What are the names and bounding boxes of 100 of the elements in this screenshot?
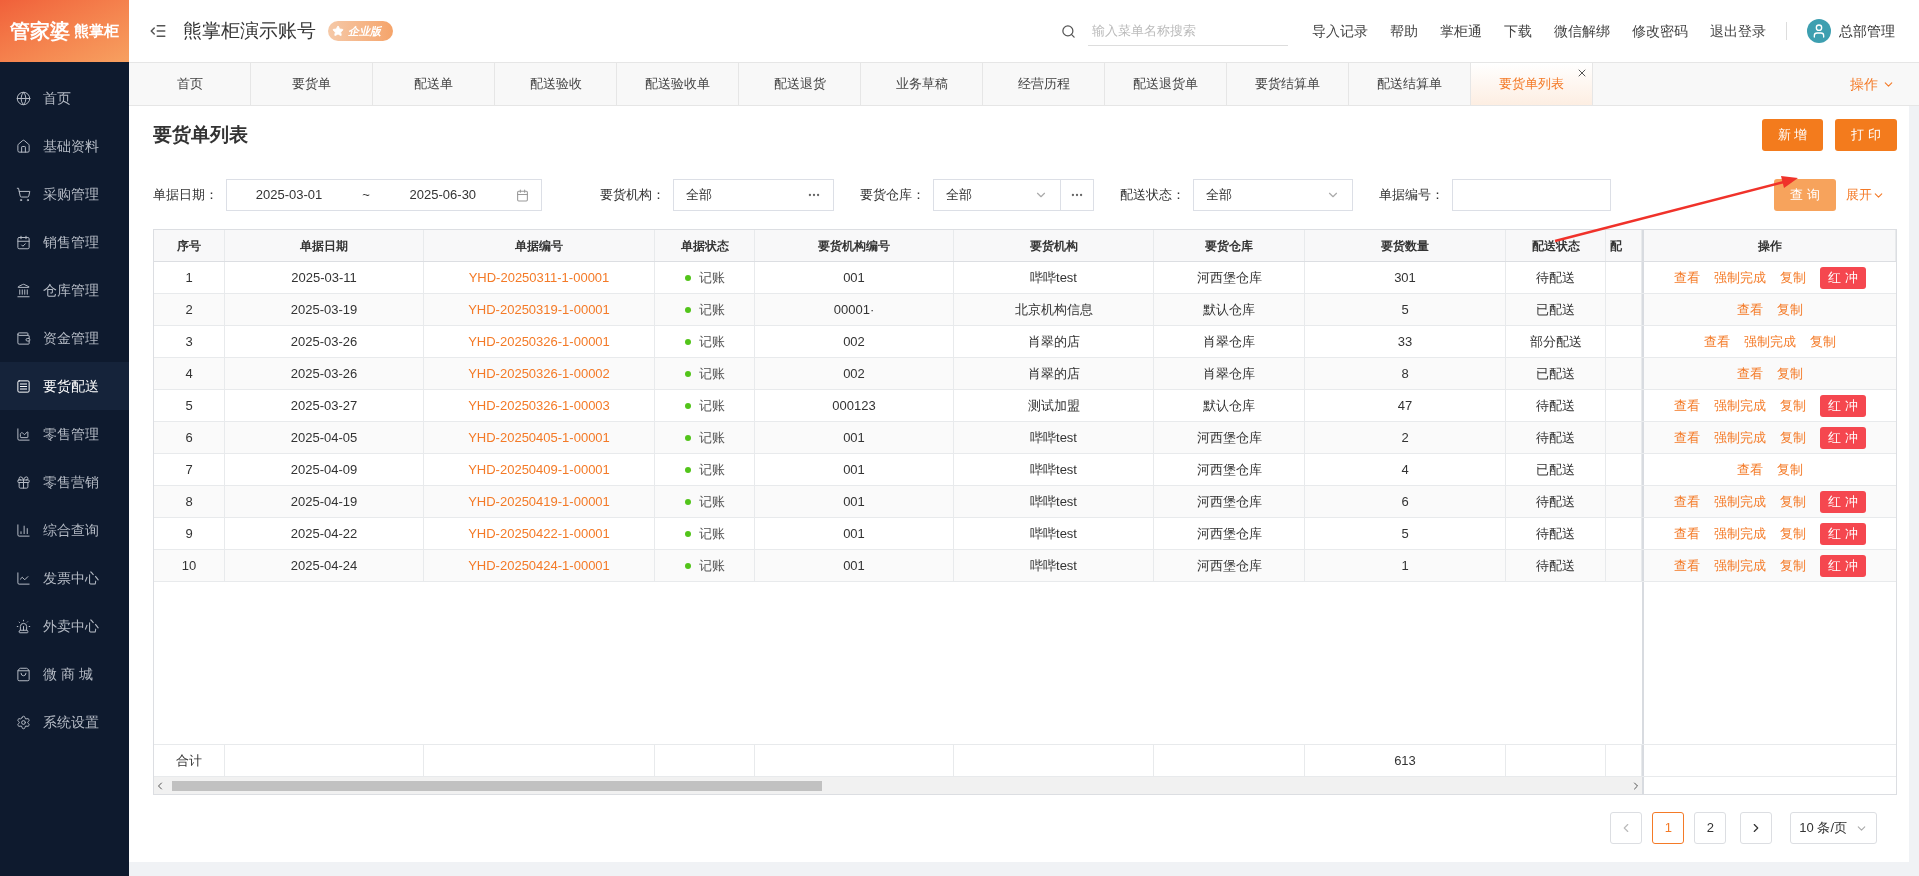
tab[interactable]: 配送退货单 <box>1105 63 1227 105</box>
sidebar-item[interactable]: 要货配送 <box>0 362 129 410</box>
danger-button[interactable]: 红 冲 <box>1820 522 1866 545</box>
document-link[interactable]: YHD-20250326-1-00003 <box>468 395 610 416</box>
header-link[interactable]: 帮助 <box>1390 20 1418 42</box>
select-field[interactable]: 全部 <box>1193 179 1353 211</box>
picker-field[interactable]: 全部 <box>673 179 834 211</box>
danger-button[interactable]: 红 冲 <box>1820 490 1866 513</box>
gift-icon <box>16 474 31 490</box>
sidebar-item[interactable]: 零售管理 <box>0 410 129 458</box>
action-link[interactable]: 复制 <box>1780 267 1807 288</box>
document-link[interactable]: YHD-20250424-1-00001 <box>468 555 610 576</box>
sidebar-item[interactable]: 资金管理 <box>0 314 129 362</box>
action-link[interactable]: 复制 <box>1777 363 1803 384</box>
action-link[interactable]: 查看 <box>1674 395 1701 416</box>
tab[interactable]: 要货单列表 <box>1471 63 1593 105</box>
action-link[interactable]: 复制 <box>1780 395 1807 416</box>
action-link[interactable]: 复制 <box>1777 299 1803 320</box>
menu-icon[interactable] <box>149 22 167 40</box>
action-link[interactable]: 强制完成 <box>1714 491 1767 512</box>
document-link[interactable]: YHD-20250422-1-00001 <box>468 523 610 544</box>
action-link[interactable]: 强制完成 <box>1714 427 1767 448</box>
tab[interactable]: 经营历程 <box>983 63 1105 105</box>
action-link[interactable]: 查看 <box>1737 363 1763 384</box>
document-link[interactable]: YHD-20250319-1-00001 <box>468 299 610 320</box>
sidebar-item[interactable]: 首页 <box>0 74 129 122</box>
action-link[interactable]: 查看 <box>1674 427 1701 448</box>
document-link[interactable]: YHD-20250326-1-00001 <box>468 331 610 352</box>
action-link[interactable]: 查看 <box>1674 523 1701 544</box>
sidebar-item[interactable]: 零售营销 <box>0 458 129 506</box>
document-link[interactable]: YHD-20250419-1-00001 <box>468 491 610 512</box>
previous-page-button[interactable] <box>1610 812 1643 844</box>
sidebar-item[interactable]: 销售管理 <box>0 218 129 266</box>
search-field[interactable]: 输入菜单名称搜索 <box>1088 16 1288 46</box>
action-link[interactable]: 强制完成 <box>1714 523 1767 544</box>
tab[interactable]: 业务草稿 <box>861 63 983 105</box>
tab[interactable]: 配送验收 <box>495 63 617 105</box>
select-field[interactable]: 全部 <box>933 179 1061 211</box>
danger-button[interactable]: 红 冲 <box>1820 554 1866 577</box>
input-field[interactable] <box>1452 179 1611 211</box>
action-button[interactable]: 打 印 <box>1835 119 1897 151</box>
action-link[interactable]: 查看 <box>1674 555 1701 576</box>
sidebar-item[interactable]: 微 商 城 <box>0 650 129 698</box>
tab[interactable]: 要货单 <box>251 63 373 105</box>
action-link[interactable]: 强制完成 <box>1714 395 1767 416</box>
document-link[interactable]: YHD-20250405-1-00001 <box>468 427 610 448</box>
page-button[interactable]: 1 <box>1652 812 1685 844</box>
expand-link[interactable]: 展开 <box>1846 185 1885 205</box>
query-button[interactable]: 查 询 <box>1774 179 1836 211</box>
action-link[interactable]: 查看 <box>1674 267 1701 288</box>
document-link[interactable]: YHD-20250409-1-00001 <box>468 459 610 480</box>
user-name[interactable]: 总部管理 <box>1839 20 1895 42</box>
sidebar-item[interactable]: 综合查询 <box>0 506 129 554</box>
tab[interactable]: 首页 <box>129 63 251 105</box>
tab-operations-menu[interactable]: 操作 <box>1850 63 1895 105</box>
tab[interactable]: 要货结算单 <box>1227 63 1349 105</box>
table-cell: 002 <box>755 326 954 357</box>
danger-button[interactable]: 红 冲 <box>1820 394 1866 417</box>
tab[interactable]: 配送单 <box>373 63 495 105</box>
danger-button[interactable]: 红 冲 <box>1820 266 1866 289</box>
action-link[interactable]: 查看 <box>1674 491 1701 512</box>
tab[interactable]: 配送验收单 <box>617 63 739 105</box>
header-link[interactable]: 微信解绑 <box>1554 20 1610 42</box>
sidebar-item[interactable]: 基础资料 <box>0 122 129 170</box>
page-size-select[interactable]: 10 条/页 <box>1790 812 1877 844</box>
more-button[interactable] <box>1061 179 1094 211</box>
action-link[interactable]: 复制 <box>1780 523 1807 544</box>
action-link[interactable]: 复制 <box>1780 555 1807 576</box>
action-link[interactable]: 复制 <box>1780 427 1807 448</box>
header-link[interactable]: 修改密码 <box>1632 20 1688 42</box>
danger-button[interactable]: 红 冲 <box>1820 426 1866 449</box>
sidebar-item[interactable]: 发票中心 <box>0 554 129 602</box>
tab[interactable]: 配送退货 <box>739 63 861 105</box>
sidebar-item[interactable]: 采购管理 <box>0 170 129 218</box>
action-link[interactable]: 强制完成 <box>1714 555 1767 576</box>
action-link[interactable]: 查看 <box>1737 299 1763 320</box>
close-icon[interactable] <box>1576 67 1588 79</box>
action-link[interactable]: 查看 <box>1704 331 1730 352</box>
filter-label: 单据编号： <box>1379 186 1444 205</box>
next-page-button[interactable] <box>1740 812 1773 844</box>
action-link[interactable]: 复制 <box>1780 491 1807 512</box>
avatar-icon[interactable] <box>1807 19 1831 43</box>
action-link[interactable]: 查看 <box>1737 459 1763 480</box>
date-range-field[interactable]: 2025-03-01 ~ 2025-06-30 <box>226 179 542 211</box>
sidebar-item[interactable]: 外卖中心 <box>0 602 129 650</box>
header-link[interactable]: 掌柜通 <box>1440 20 1482 42</box>
action-link[interactable]: 强制完成 <box>1714 267 1767 288</box>
header-link[interactable]: 导入记录 <box>1312 20 1368 42</box>
document-link[interactable]: YHD-20250326-1-00002 <box>468 363 610 384</box>
page-button[interactable]: 2 <box>1694 812 1727 844</box>
document-link[interactable]: YHD-20250311-1-00001 <box>468 267 610 288</box>
action-link[interactable]: 复制 <box>1810 331 1836 352</box>
horizontal-scrollbar[interactable] <box>154 777 1642 794</box>
header-link[interactable]: 退出登录 <box>1710 20 1766 42</box>
action-link[interactable]: 强制完成 <box>1744 331 1796 352</box>
header-link[interactable]: 下载 <box>1504 20 1532 42</box>
sidebar-item[interactable]: 系统设置 <box>0 698 129 746</box>
action-button[interactable]: 新 增 <box>1761 119 1824 151</box>
sidebar-item[interactable]: 仓库管理 <box>0 266 129 314</box>
action-link[interactable]: 复制 <box>1777 459 1803 480</box>
